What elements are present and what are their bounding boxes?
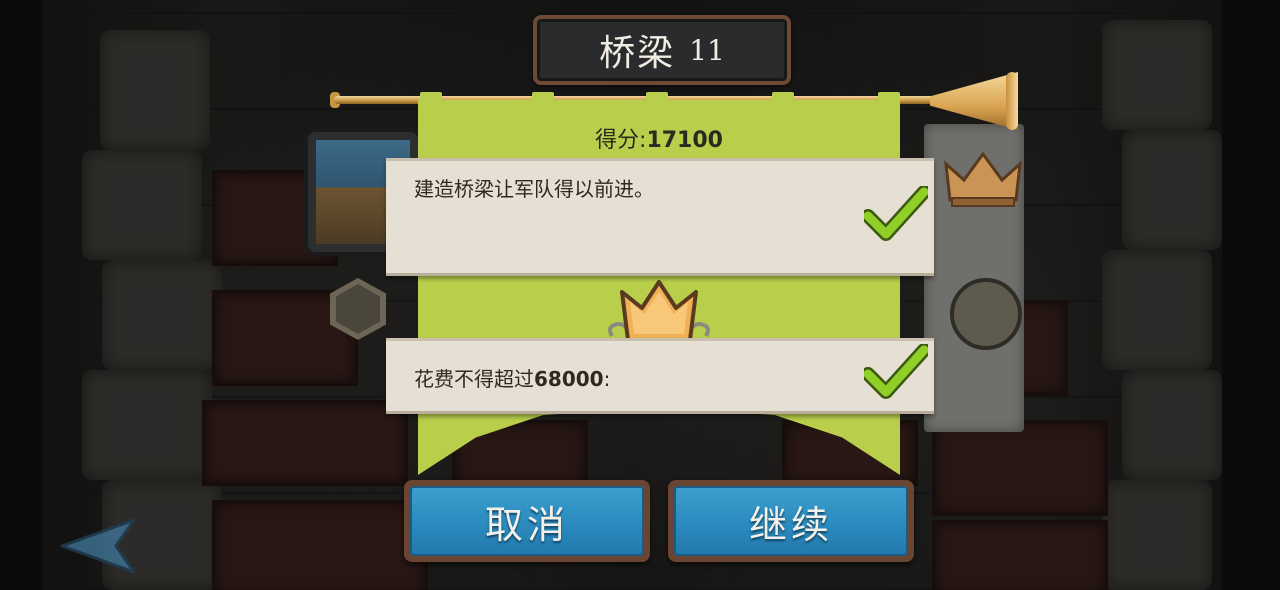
objective-text-2: 花费不得超过68000: [414, 363, 610, 392]
score-label: 得分: [595, 128, 647, 153]
level-title: 桥梁 [599, 33, 676, 74]
objective-strip-2: 花费不得超过68000: [386, 338, 934, 414]
dialog-title-plate: 桥梁 11 [533, 15, 791, 85]
cancel-button[interactable]: 取消 [404, 480, 650, 562]
objective-text-2-suffix: : [603, 367, 611, 391]
trumpet-bell-rim [1006, 72, 1018, 130]
cancel-button-face[interactable]: 取消 [410, 486, 644, 556]
score-value: 17100 [646, 128, 723, 153]
objective-text-1: 建造桥梁让军队得以前进。 [414, 177, 654, 201]
banner-tab [420, 92, 442, 110]
continue-button[interactable]: 继续 [668, 480, 914, 562]
background-crown-medal [950, 278, 1022, 350]
continue-button-label: 继续 [748, 502, 833, 547]
level-number: 11 [689, 33, 725, 67]
crown-icon [944, 151, 1022, 207]
check-icon [864, 344, 928, 399]
banner-tab [878, 92, 900, 110]
banner-tab [772, 92, 794, 110]
check-icon [864, 186, 928, 241]
objective-text-2-prefix: 花费不得超过 [414, 367, 534, 391]
cancel-button-label: 取消 [484, 502, 569, 547]
continue-button-face[interactable]: 继续 [674, 486, 908, 556]
banner-tab [646, 92, 668, 110]
objective-strip-1: 建造桥梁让军队得以前进。 [386, 158, 934, 276]
score-line: 得分:17100 [418, 122, 900, 154]
back-arrow-icon[interactable] [56, 514, 140, 574]
banner-tab [532, 92, 554, 110]
objective-cost-limit: 68000 [534, 367, 604, 391]
